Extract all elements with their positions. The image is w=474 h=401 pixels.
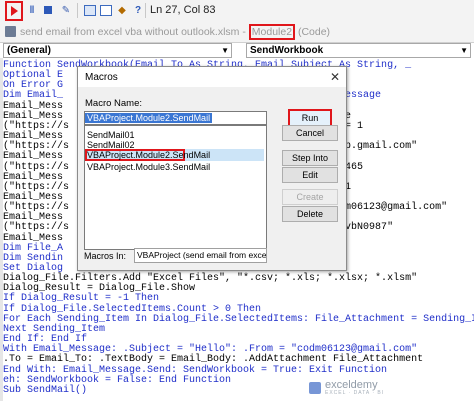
macro-list-item-label: VBAProject.Module2.SendMail [87, 150, 211, 160]
macro-name-value: VBAProject.Module2.SendMail [85, 113, 213, 123]
dialog-titlebar: Macros ✕ [78, 67, 346, 87]
run-icon [10, 6, 18, 16]
chevron-down-icon: ▼ [221, 46, 229, 55]
properties-icon [100, 4, 112, 16]
chevron-down-icon: ▼ [460, 46, 468, 55]
macro-name-label: Macro Name: [85, 98, 143, 109]
vbe-toolbar: ‖ ✎ ◆ ? Ln 27, Col 83 [0, 0, 474, 23]
code-window-icon [5, 26, 16, 37]
macros-in-value: VBAProject (send email from excel vba wi… [137, 250, 267, 260]
macro-list[interactable]: SendMail01 SendMail02 VBAProject.Module2… [84, 125, 267, 250]
module-name: Module2 [248, 24, 296, 40]
macros-in-dropdown[interactable]: VBAProject (send email from excel vba wi… [134, 248, 267, 263]
help-icon: ? [134, 4, 142, 16]
object-browser-icon: ◆ [118, 4, 126, 16]
watermark-sub: EXCEL · DATA · BI [325, 390, 385, 396]
design-mode-button[interactable]: ✎ [58, 2, 74, 18]
step-into-button[interactable]: Step Into [282, 150, 338, 166]
workbook-name: send email from excel vba without outloo… [20, 26, 249, 38]
code-line: Sub SendMail() [3, 384, 88, 396]
close-icon[interactable]: ✕ [330, 70, 340, 84]
pause-icon: ‖ [29, 4, 35, 16]
macros-in-label: Macros In: [84, 251, 127, 261]
project-explorer-icon [84, 4, 96, 16]
properties-button[interactable] [98, 2, 114, 18]
macros-dialog: Macros ✕ Macro Name: VBAProject.Module2.… [77, 66, 347, 271]
object-browser-button[interactable]: ◆ [114, 2, 130, 18]
toolbar-separator [77, 3, 78, 18]
edit-button[interactable]: Edit [282, 167, 338, 183]
create-button: Create [282, 189, 338, 205]
macro-list-item[interactable]: VBAProject.Module3.SendMail [87, 162, 210, 172]
watermark-name: exceldemy [325, 379, 378, 391]
code-window-title: send email from excel vba without outloo… [20, 24, 331, 40]
procedure-dropdown-value: SendWorkbook [250, 45, 324, 56]
object-dropdown[interactable]: (General) ▼ [3, 43, 232, 58]
procedure-dropdown[interactable]: SendWorkbook ▼ [246, 43, 471, 58]
code-window-titlebar: send email from excel vba without outloo… [0, 22, 474, 43]
cancel-button[interactable]: Cancel [282, 125, 338, 141]
procedure-selectors: (General) ▼ SendWorkbook ▼ [0, 42, 474, 58]
macro-list-item[interactable]: SendMail01 [87, 130, 135, 140]
macro-list-item-selected[interactable]: VBAProject.Module2.SendMail [85, 149, 264, 161]
stop-button[interactable] [40, 2, 56, 18]
macro-name-input[interactable]: VBAProject.Module2.SendMail [84, 111, 267, 125]
code-suffix: (Code) [295, 26, 331, 38]
exceldemy-logo-icon [309, 382, 321, 394]
delete-button[interactable]: Delete [282, 206, 338, 222]
toolbar-separator [145, 3, 146, 18]
dialog-title: Macros [85, 72, 118, 83]
design-mode-icon: ✎ [61, 4, 71, 16]
pause-button[interactable]: ‖ [24, 2, 40, 18]
cursor-position: Ln 27, Col 83 [150, 4, 216, 16]
object-dropdown-value: (General) [7, 45, 51, 56]
project-explorer-button[interactable] [82, 2, 98, 18]
stop-icon [44, 6, 52, 14]
exceldemy-watermark: exceldemy EXCEL · DATA · BI [309, 380, 384, 396]
run-button[interactable] [5, 1, 23, 21]
help-button[interactable]: ? [130, 2, 146, 18]
